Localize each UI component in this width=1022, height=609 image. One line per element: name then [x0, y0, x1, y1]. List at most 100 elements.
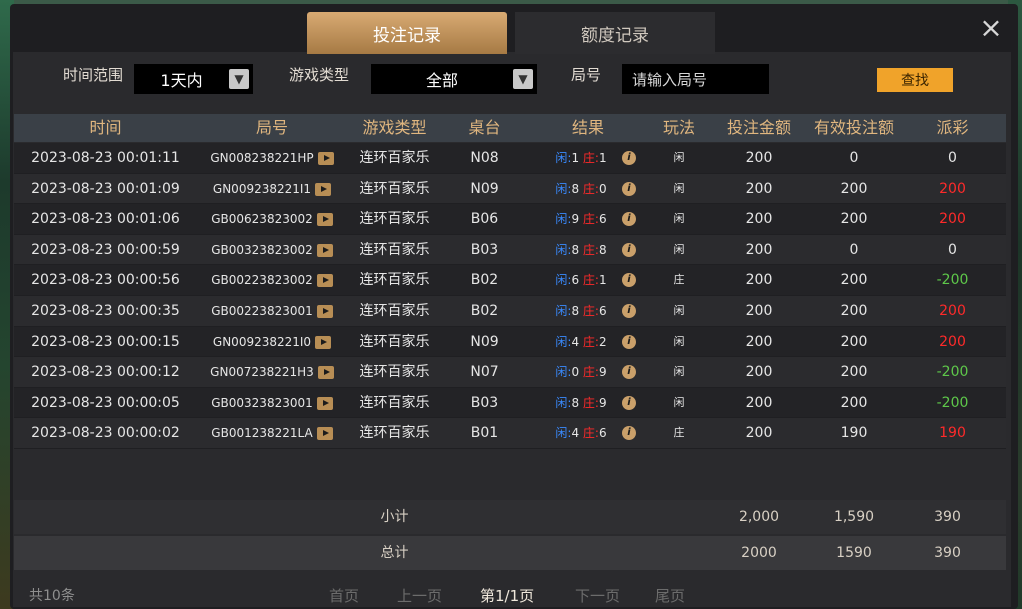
play-video-icon[interactable]	[316, 305, 333, 318]
player-label: 闲	[555, 181, 568, 196]
tab-credit-records[interactable]: 额度记录	[515, 12, 715, 54]
pager-first[interactable]: 首页	[329, 585, 359, 606]
play-video-icon[interactable]	[316, 243, 333, 257]
player-score: 8	[571, 242, 580, 257]
cell-info: i	[617, 143, 641, 173]
cell-bet: 200	[745, 425, 773, 442]
play-video-icon[interactable]	[316, 213, 333, 227]
table-row: 2023-08-23 00:01:09 GN009238221I1 连环百家乐 N09…	[14, 173, 1006, 205]
cell-time: 2023-08-23 00:00:59	[31, 241, 180, 258]
cell-valid: 0	[849, 241, 859, 258]
cell-game-type: 连环百家乐	[359, 241, 430, 258]
banker-score: 6	[598, 212, 607, 227]
info-icon[interactable]: i	[622, 151, 636, 165]
round-input[interactable]: 请输入局号	[622, 64, 769, 94]
cell-table: N07	[470, 364, 499, 381]
player-score: 8	[571, 181, 580, 196]
round-id: GN007238221H3	[210, 365, 314, 380]
total-label: 总计	[380, 545, 409, 561]
pager-last[interactable]: 尾页	[655, 585, 685, 606]
table-row: 2023-08-23 00:00:15 GN009238221I0 连环百家乐 N09…	[14, 326, 1006, 358]
cell-table: B03	[470, 241, 499, 258]
cell-play: 闲	[673, 242, 685, 256]
subtotal-payout: 390	[934, 509, 961, 525]
cell-table: N08	[470, 150, 499, 166]
info-icon[interactable]: i	[622, 395, 636, 410]
play-video-icon[interactable]	[316, 427, 333, 441]
pager-prev[interactable]: 上一页	[397, 585, 442, 606]
player-label: 闲	[555, 334, 568, 349]
cell-round: GB00323823002	[197, 235, 347, 265]
tab-bet-records[interactable]: 投注记录	[307, 12, 507, 54]
cell-info: i	[617, 388, 641, 418]
info-icon[interactable]: i	[622, 273, 636, 288]
cell-round: GB00223823002	[197, 265, 347, 295]
info-icon[interactable]: i	[622, 212, 636, 227]
col-valid-bet: 有效投注额	[813, 118, 894, 137]
info-icon[interactable]: i	[622, 365, 636, 380]
play-video-icon[interactable]	[317, 152, 334, 165]
play-video-icon[interactable]	[317, 366, 334, 380]
game-type-select[interactable]: 全部 ▼	[371, 64, 537, 94]
player-label: 闲	[555, 212, 568, 227]
info-icon[interactable]: i	[622, 181, 636, 196]
cell-game-type: 连环百家乐	[359, 150, 430, 166]
round-id: GB00323823001	[211, 395, 313, 410]
cell-play: 闲	[673, 334, 685, 348]
cell-round: GN009238221I0	[197, 327, 347, 357]
player-score: 6	[571, 273, 580, 288]
round-label: 局号	[571, 66, 602, 84]
cell-table: B06	[470, 211, 499, 228]
table-row: 2023-08-23 00:01:11 GN008238221HP 连环百家乐 N08…	[14, 143, 1006, 174]
time-range-select[interactable]: 1天内 ▼	[134, 64, 253, 94]
col-bet-amount: 投注金额	[726, 118, 791, 137]
play-video-icon[interactable]	[315, 182, 332, 196]
banker-score: 9	[598, 395, 607, 410]
player-score: 1	[571, 151, 580, 165]
banker-label: 庄	[582, 304, 595, 318]
record-count: 共10条	[29, 588, 75, 604]
col-table: 桌台	[468, 118, 501, 137]
info-icon[interactable]: i	[622, 334, 636, 349]
cell-bet: 200	[745, 241, 773, 258]
pager-next[interactable]: 下一页	[575, 585, 620, 606]
play-video-icon[interactable]	[316, 396, 333, 410]
cell-bet: 200	[745, 333, 773, 350]
play-video-icon[interactable]	[316, 274, 333, 288]
round-id: GN009238221I1	[212, 181, 312, 196]
chevron-down-icon: ▼	[229, 69, 249, 89]
cell-play: 闲	[673, 395, 685, 409]
search-button[interactable]: 查找	[877, 68, 953, 92]
table-header: 时间 局号 游戏类型 桌台 结果 玩法 投注金额 有效投注额 派彩	[14, 114, 1006, 142]
cell-bet: 200	[745, 364, 773, 381]
cell-round: GB00623823002	[197, 204, 347, 234]
cell-info: i	[617, 296, 641, 326]
cell-bet: 200	[745, 150, 773, 166]
player-label: 闲	[555, 304, 568, 318]
round-id: GB00323823002	[211, 242, 313, 257]
info-icon[interactable]: i	[622, 242, 636, 257]
cell-payout: 0	[948, 150, 957, 166]
cell-game-type: 连环百家乐	[359, 303, 430, 319]
banker-score: 2	[598, 334, 607, 349]
cell-play: 闲	[673, 151, 685, 164]
player-score: 4	[571, 426, 580, 441]
cell-valid: 200	[840, 364, 868, 381]
player-score: 4	[571, 334, 580, 349]
info-icon[interactable]: i	[622, 426, 636, 441]
cell-time: 2023-08-23 00:00:56	[31, 272, 180, 289]
col-payout: 派彩	[936, 118, 969, 137]
banker-label: 庄	[582, 181, 595, 196]
cell-play: 庄	[673, 273, 685, 287]
close-icon[interactable]: ×	[976, 14, 1006, 44]
player-label: 闲	[555, 426, 568, 441]
info-icon[interactable]: i	[622, 304, 636, 318]
table-row: 2023-08-23 00:00:35 GB00223823001 连环百家乐 B02…	[14, 296, 1006, 327]
banker-score: 0	[598, 181, 607, 196]
play-video-icon[interactable]	[315, 335, 332, 349]
cell-info: i	[617, 265, 641, 295]
cell-time: 2023-08-23 00:01:09	[31, 180, 180, 197]
cell-play: 闲	[673, 212, 685, 226]
banker-label: 庄	[582, 242, 595, 257]
cell-valid: 200	[840, 211, 868, 228]
